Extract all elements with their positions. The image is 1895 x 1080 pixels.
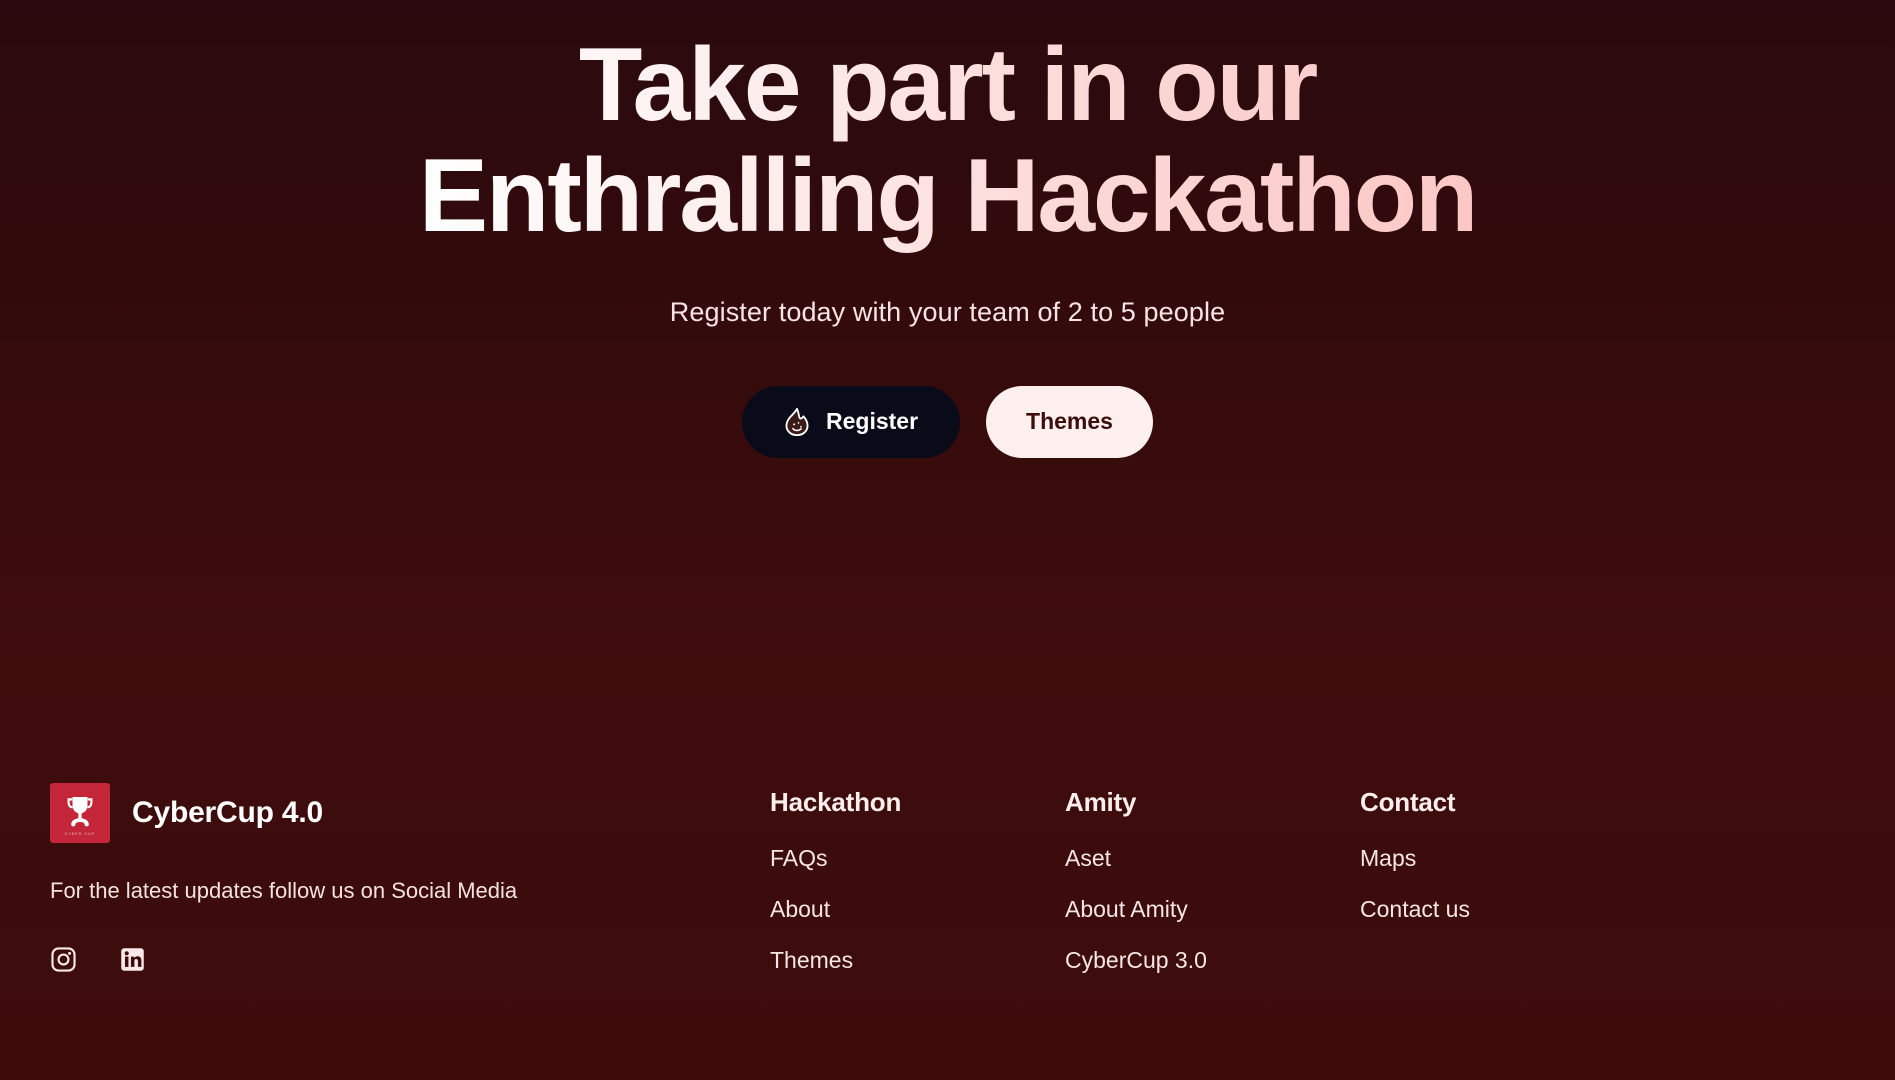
footer-link-themes[interactable]: Themes (770, 947, 1065, 974)
logo-caption: CYBER CUP (64, 831, 96, 836)
footer-tagline: For the latest updates follow us on Soci… (50, 878, 518, 903)
themes-button[interactable]: Themes (986, 385, 1153, 458)
hero-action-buttons: Register Themes (742, 385, 1153, 458)
register-button[interactable]: Register (742, 385, 961, 458)
register-button-label: Register (826, 408, 919, 435)
site-footer: CYBER CUP CyberCup 4.0 For the latest up… (0, 718, 1895, 1080)
footer-link-columns: Hackathon FAQs About Themes Amity Aset A… (770, 783, 1845, 998)
social-links (50, 946, 770, 973)
footer-brand: CYBER CUP CyberCup 4.0 For the latest up… (50, 783, 770, 973)
linkedin-icon[interactable] (119, 946, 146, 973)
footer-link-contact-us[interactable]: Contact us (1360, 896, 1470, 923)
footer-link-about-amity[interactable]: About Amity (1065, 896, 1360, 923)
footer-column-contact: Contact Maps Contact us (1360, 787, 1470, 998)
footer-link-faqs[interactable]: FAQs (770, 845, 1065, 872)
column-title: Amity (1065, 787, 1137, 817)
flame-icon (784, 407, 810, 436)
brand-row: CYBER CUP CyberCup 4.0 (50, 783, 770, 843)
brand-name: CyberCup 4.0 (132, 796, 323, 829)
page-title: Take part in our Enthralling Hackathon (408, 29, 1488, 253)
hero-subtitle: Register today with your team of 2 to 5 … (669, 296, 1226, 327)
hero-section: Take part in our Enthralling Hackathon R… (0, 0, 1895, 718)
footer-link-cybercup-3[interactable]: CyberCup 3.0 (1065, 947, 1360, 974)
themes-button-label: Themes (1026, 408, 1113, 435)
trophy-icon: CYBER CUP (50, 783, 110, 843)
instagram-icon[interactable] (50, 946, 77, 973)
footer-column-hackathon: Hackathon FAQs About Themes (770, 787, 1065, 998)
footer-link-maps[interactable]: Maps (1360, 845, 1470, 872)
footer-link-about[interactable]: About (770, 896, 1065, 923)
column-title: Hackathon (770, 787, 902, 817)
footer-column-amity: Amity Aset About Amity CyberCup 3.0 (1065, 787, 1360, 998)
column-title: Contact (1360, 787, 1456, 817)
footer-link-aset[interactable]: Aset (1065, 845, 1360, 872)
